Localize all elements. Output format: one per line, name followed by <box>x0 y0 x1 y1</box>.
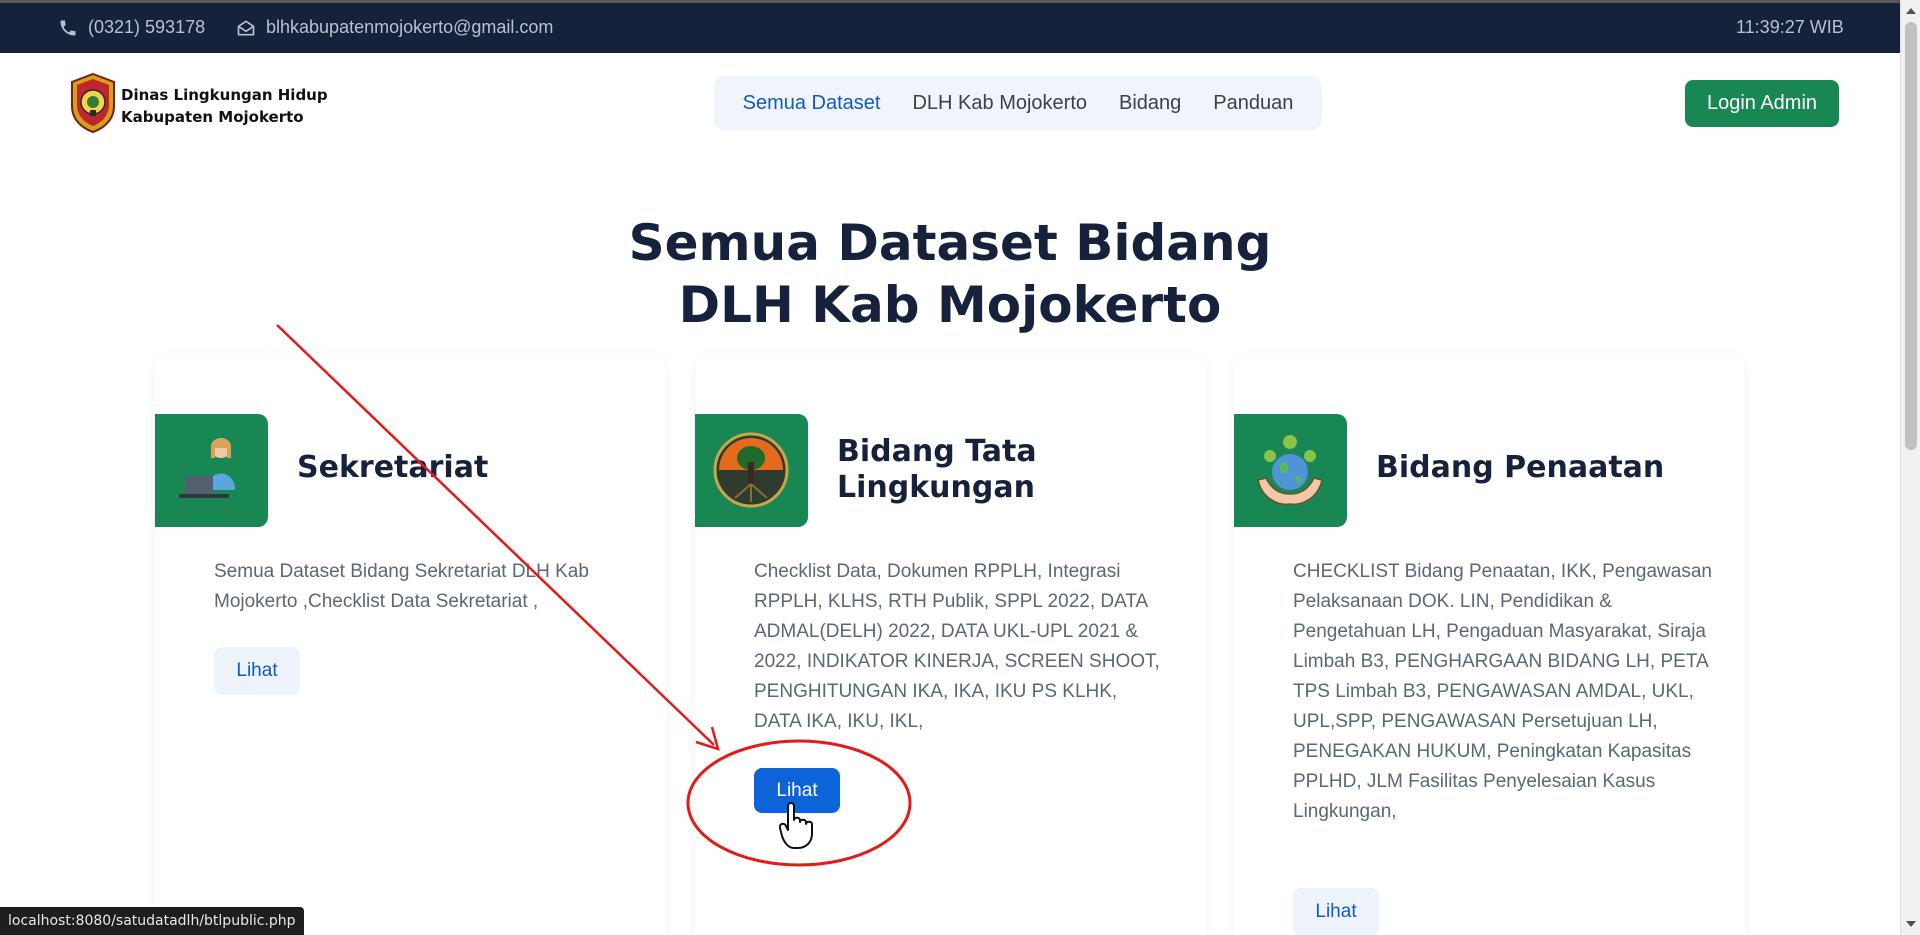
phone-info: (0321) 593178 <box>58 17 205 38</box>
lihat-penaatan-button[interactable]: Lihat <box>1293 888 1379 935</box>
nav-semua-dataset[interactable]: Semua Dataset <box>743 92 881 115</box>
envelope-open-icon <box>237 20 255 36</box>
dlh-logo[interactable] <box>68 72 118 134</box>
card-description: Semua Dataset Bidang Sekretariat DLH Kab… <box>214 561 589 612</box>
scroll-down-arrow-icon[interactable] <box>1906 921 1916 927</box>
clock-text: 11:39:27 WIB <box>1736 17 1844 37</box>
lihat-sekretariat-button[interactable]: Lihat <box>214 647 300 695</box>
card-icon-box <box>155 414 268 527</box>
scroll-up-arrow-icon[interactable] <box>1906 8 1916 14</box>
card-icon-box <box>695 414 808 527</box>
card-sekretariat: Sekretariat Semua Dataset Bidang Sekreta… <box>155 354 666 935</box>
lihat-tata-lingkungan-button[interactable]: Lihat <box>754 768 840 813</box>
office-worker-icon <box>179 438 235 498</box>
card-bidang-tata-lingkungan: Bidang Tata Lingkungan Checklist Data, D… <box>695 354 1206 935</box>
tree-emblem-icon <box>713 432 789 508</box>
status-bar-url: localhost:8080/satudatadlh/btlpublic.php <box>0 907 304 935</box>
clock: 11:39:27 WIB <box>1736 17 1844 38</box>
top-info-bar: (0321) 593178 blhkabupatenmojokerto@gmai… <box>0 0 1900 53</box>
main-nav: Semua Dataset DLH Kab Mojokerto Bidang P… <box>714 76 1322 130</box>
page-title-line2: DLH Kab Mojokerto <box>678 276 1222 334</box>
card-bidang-penaatan: Bidang Penaatan CHECKLIST Bidang Penaata… <box>1234 354 1745 935</box>
nav-panduan[interactable]: Panduan <box>1213 92 1293 115</box>
page-title-line1: Semua Dataset Bidang <box>628 214 1272 272</box>
card-title: Bidang Penaatan <box>1376 450 1665 485</box>
card-icon-box <box>1234 414 1347 527</box>
card-title: Bidang Tata Lingkungan <box>837 434 1037 505</box>
login-admin-button[interactable]: Login Admin <box>1685 80 1839 127</box>
phone-icon <box>60 20 76 35</box>
phone-number: (0321) 593178 <box>88 17 206 37</box>
page: (0321) 593178 blhkabupatenmojokerto@gmai… <box>0 0 1920 935</box>
card-description: Checklist Data, Dokumen RPPLH, Integrasi… <box>754 561 1160 732</box>
email-info: blhkabupatenmojokerto@gmail.com <box>236 17 553 38</box>
brand-name[interactable]: Dinas Lingkungan Hidup Kabupaten Mojoker… <box>121 84 328 128</box>
nav-dlh-kab-mojokerto[interactable]: DLH Kab Mojokerto <box>912 92 1087 115</box>
nav-bidang[interactable]: Bidang <box>1119 92 1181 115</box>
scrollbar-thumb[interactable] <box>1905 22 1917 450</box>
card-description: CHECKLIST Bidang Penaatan, IKK, Pengawas… <box>1293 561 1712 822</box>
page-scrollbar[interactable] <box>1900 0 1920 935</box>
brand-line1: Dinas Lingkungan Hidup <box>121 86 328 104</box>
email-address: blhkabupatenmojokerto@gmail.com <box>266 17 554 37</box>
card-title: Sekretariat <box>297 450 489 485</box>
brand-line2: Kabupaten Mojokerto <box>121 108 304 126</box>
globe-in-hands-icon <box>1257 435 1323 506</box>
page-title: Semua Dataset Bidang DLH Kab Mojokerto <box>560 212 1340 336</box>
